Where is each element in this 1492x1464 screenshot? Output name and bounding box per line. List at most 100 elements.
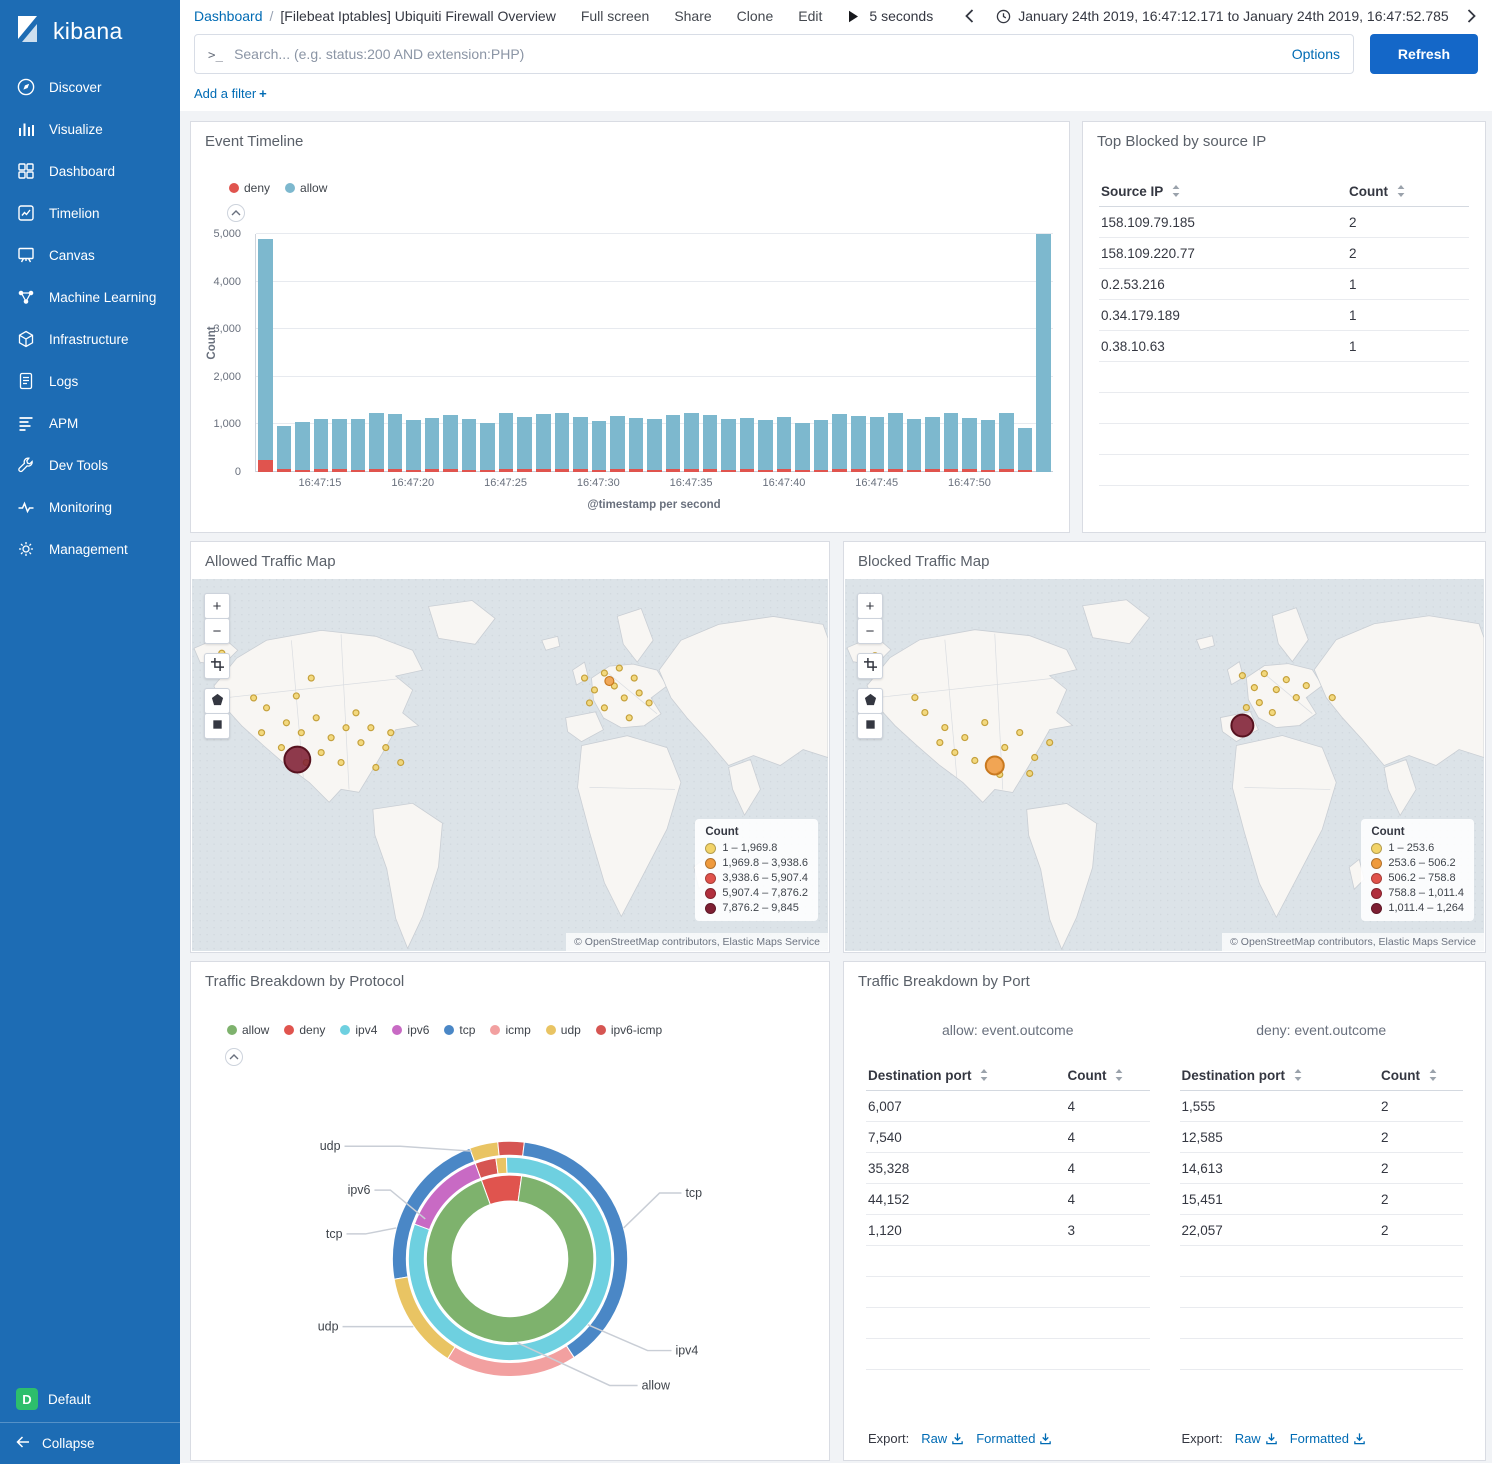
timeline-bar[interactable] <box>312 234 331 472</box>
legend-item-ipv6-icmp[interactable]: ipv6-icmp <box>596 1023 662 1037</box>
timeline-bar[interactable] <box>793 234 812 472</box>
sunburst-segment-udp[interactable] <box>496 1157 507 1174</box>
timeline-bar[interactable] <box>756 234 775 472</box>
legend-item-udp[interactable]: udp <box>546 1023 581 1037</box>
map-bubble[interactable] <box>631 675 637 681</box>
timeline-bar[interactable] <box>923 234 942 472</box>
map-bubble[interactable] <box>373 765 379 771</box>
zoom-out-button[interactable]: − <box>857 618 883 644</box>
timeline-bar[interactable] <box>960 234 979 472</box>
map-bubble[interactable] <box>912 695 918 701</box>
timeline-bar[interactable] <box>1016 234 1035 472</box>
timeline-bar[interactable] <box>997 234 1016 472</box>
table-row[interactable]: 158.109.220.772 <box>1099 238 1469 269</box>
timeline-bar[interactable] <box>275 234 294 472</box>
column-header[interactable]: Count <box>1349 184 1467 199</box>
map-bubble[interactable] <box>1283 677 1289 683</box>
timeline-bar[interactable] <box>664 234 683 472</box>
collapse-nav-button[interactable]: Collapse <box>0 1422 180 1464</box>
map-bubble[interactable] <box>986 757 1004 775</box>
timeline-bar[interactable] <box>645 234 664 472</box>
sidebar-item-monitoring[interactable]: Monitoring <box>0 486 180 528</box>
timeline-bar[interactable] <box>367 234 386 472</box>
table-row[interactable]: 44,1524 <box>866 1184 1150 1215</box>
table-row[interactable]: 0.34.179.1891 <box>1099 300 1469 331</box>
map-bubble[interactable] <box>1032 755 1038 761</box>
map-bubble[interactable] <box>1269 710 1275 716</box>
table-row[interactable]: 6,0074 <box>866 1091 1150 1122</box>
map-bubble[interactable] <box>259 730 265 736</box>
timeline-bar[interactable] <box>830 234 849 472</box>
map-bubble[interactable] <box>1243 705 1249 711</box>
timeline-bar[interactable] <box>812 234 831 472</box>
timeline-bar[interactable] <box>701 234 720 472</box>
table-row[interactable]: 158.109.79.1852 <box>1099 207 1469 238</box>
map-bubble[interactable] <box>328 735 334 741</box>
legend-item-ipv4[interactable]: ipv4 <box>340 1023 377 1037</box>
map-bubble[interactable] <box>922 710 928 716</box>
map-bubble[interactable] <box>972 758 978 764</box>
legend-item-allow[interactable]: allow <box>285 181 327 195</box>
timeline-bar[interactable] <box>849 234 868 472</box>
timeline-bar[interactable] <box>515 234 534 472</box>
crop-tool-button[interactable] <box>204 653 230 679</box>
table-row[interactable]: 35,3284 <box>866 1153 1150 1184</box>
search-input[interactable] <box>234 46 1292 62</box>
map-bubble[interactable] <box>388 730 394 736</box>
map-bubble[interactable] <box>587 700 593 706</box>
map-bubble[interactable] <box>1251 685 1257 691</box>
timeline-bar[interactable] <box>460 234 479 472</box>
map-bubble[interactable] <box>1261 671 1267 677</box>
timeline-bar[interactable] <box>979 234 998 472</box>
map-bubble[interactable] <box>343 725 349 731</box>
timeline-bar[interactable] <box>293 234 312 472</box>
map-bubble[interactable] <box>1293 695 1299 701</box>
map-bubble[interactable] <box>318 750 324 756</box>
map-bubble[interactable] <box>293 693 299 699</box>
column-header[interactable]: Count <box>1381 1068 1461 1083</box>
timeline-bar[interactable] <box>905 234 924 472</box>
timeline-bar[interactable] <box>590 234 609 472</box>
sidebar-item-management[interactable]: Management <box>0 528 180 570</box>
timeline-bar[interactable] <box>330 234 349 472</box>
map-bubble[interactable] <box>942 725 948 731</box>
map-bubble[interactable] <box>251 695 257 701</box>
map-bubble[interactable] <box>368 725 374 731</box>
sidebar-item-machine-learning[interactable]: Machine Learning <box>0 276 180 318</box>
map-bubble[interactable] <box>646 700 652 706</box>
legend-item-icmp[interactable]: icmp <box>490 1023 530 1037</box>
add-filter-link[interactable]: Add a filter+ <box>194 86 267 101</box>
map-bubble[interactable] <box>962 735 968 741</box>
polygon-tool-button[interactable] <box>204 688 230 714</box>
sidebar-item-dashboard[interactable]: Dashboard <box>0 150 180 192</box>
time-range[interactable]: January 24th 2019, 16:47:12.171 to Janua… <box>1018 8 1448 24</box>
map-bubble[interactable] <box>338 760 344 766</box>
map-canvas[interactable]: +− Count 1 – 253.6253.6 – 506.2506.2 – 7… <box>845 579 1484 951</box>
column-header[interactable]: Count <box>1068 1068 1148 1083</box>
sidebar-item-dev-tools[interactable]: Dev Tools <box>0 444 180 486</box>
map-bubble[interactable] <box>313 715 319 721</box>
table-row[interactable]: 0.38.10.631 <box>1099 331 1469 362</box>
export-formatted-link[interactable]: Formatted <box>1290 1431 1366 1446</box>
timeline-bar[interactable] <box>571 234 590 472</box>
map-bubble[interactable] <box>1002 745 1008 751</box>
legend-item-deny[interactable]: deny <box>284 1023 325 1037</box>
refresh-interval[interactable]: 5 seconds <box>869 8 933 24</box>
map-bubble[interactable] <box>601 705 607 711</box>
map-bubble[interactable] <box>1256 700 1262 706</box>
map-bubble[interactable] <box>1273 687 1279 693</box>
options-link[interactable]: Options <box>1292 46 1340 62</box>
timeline-bar[interactable] <box>386 234 405 472</box>
timeline-bar[interactable] <box>423 234 442 472</box>
legend-collapse-icon[interactable] <box>225 1048 243 1066</box>
breadcrumb[interactable]: Dashboard <box>194 8 263 24</box>
sidebar-item-apm[interactable]: APM <box>0 402 180 444</box>
timeline-bar[interactable] <box>868 234 887 472</box>
sidebar-item-discover[interactable]: Discover <box>0 66 180 108</box>
table-row[interactable]: 0.2.53.2161 <box>1099 269 1469 300</box>
map-bubble[interactable] <box>621 695 627 701</box>
export-raw-link[interactable]: Raw <box>921 1431 964 1446</box>
timeline-bar[interactable] <box>478 234 497 472</box>
map-bubble[interactable] <box>1047 740 1053 746</box>
zoom-out-button[interactable]: − <box>204 618 230 644</box>
